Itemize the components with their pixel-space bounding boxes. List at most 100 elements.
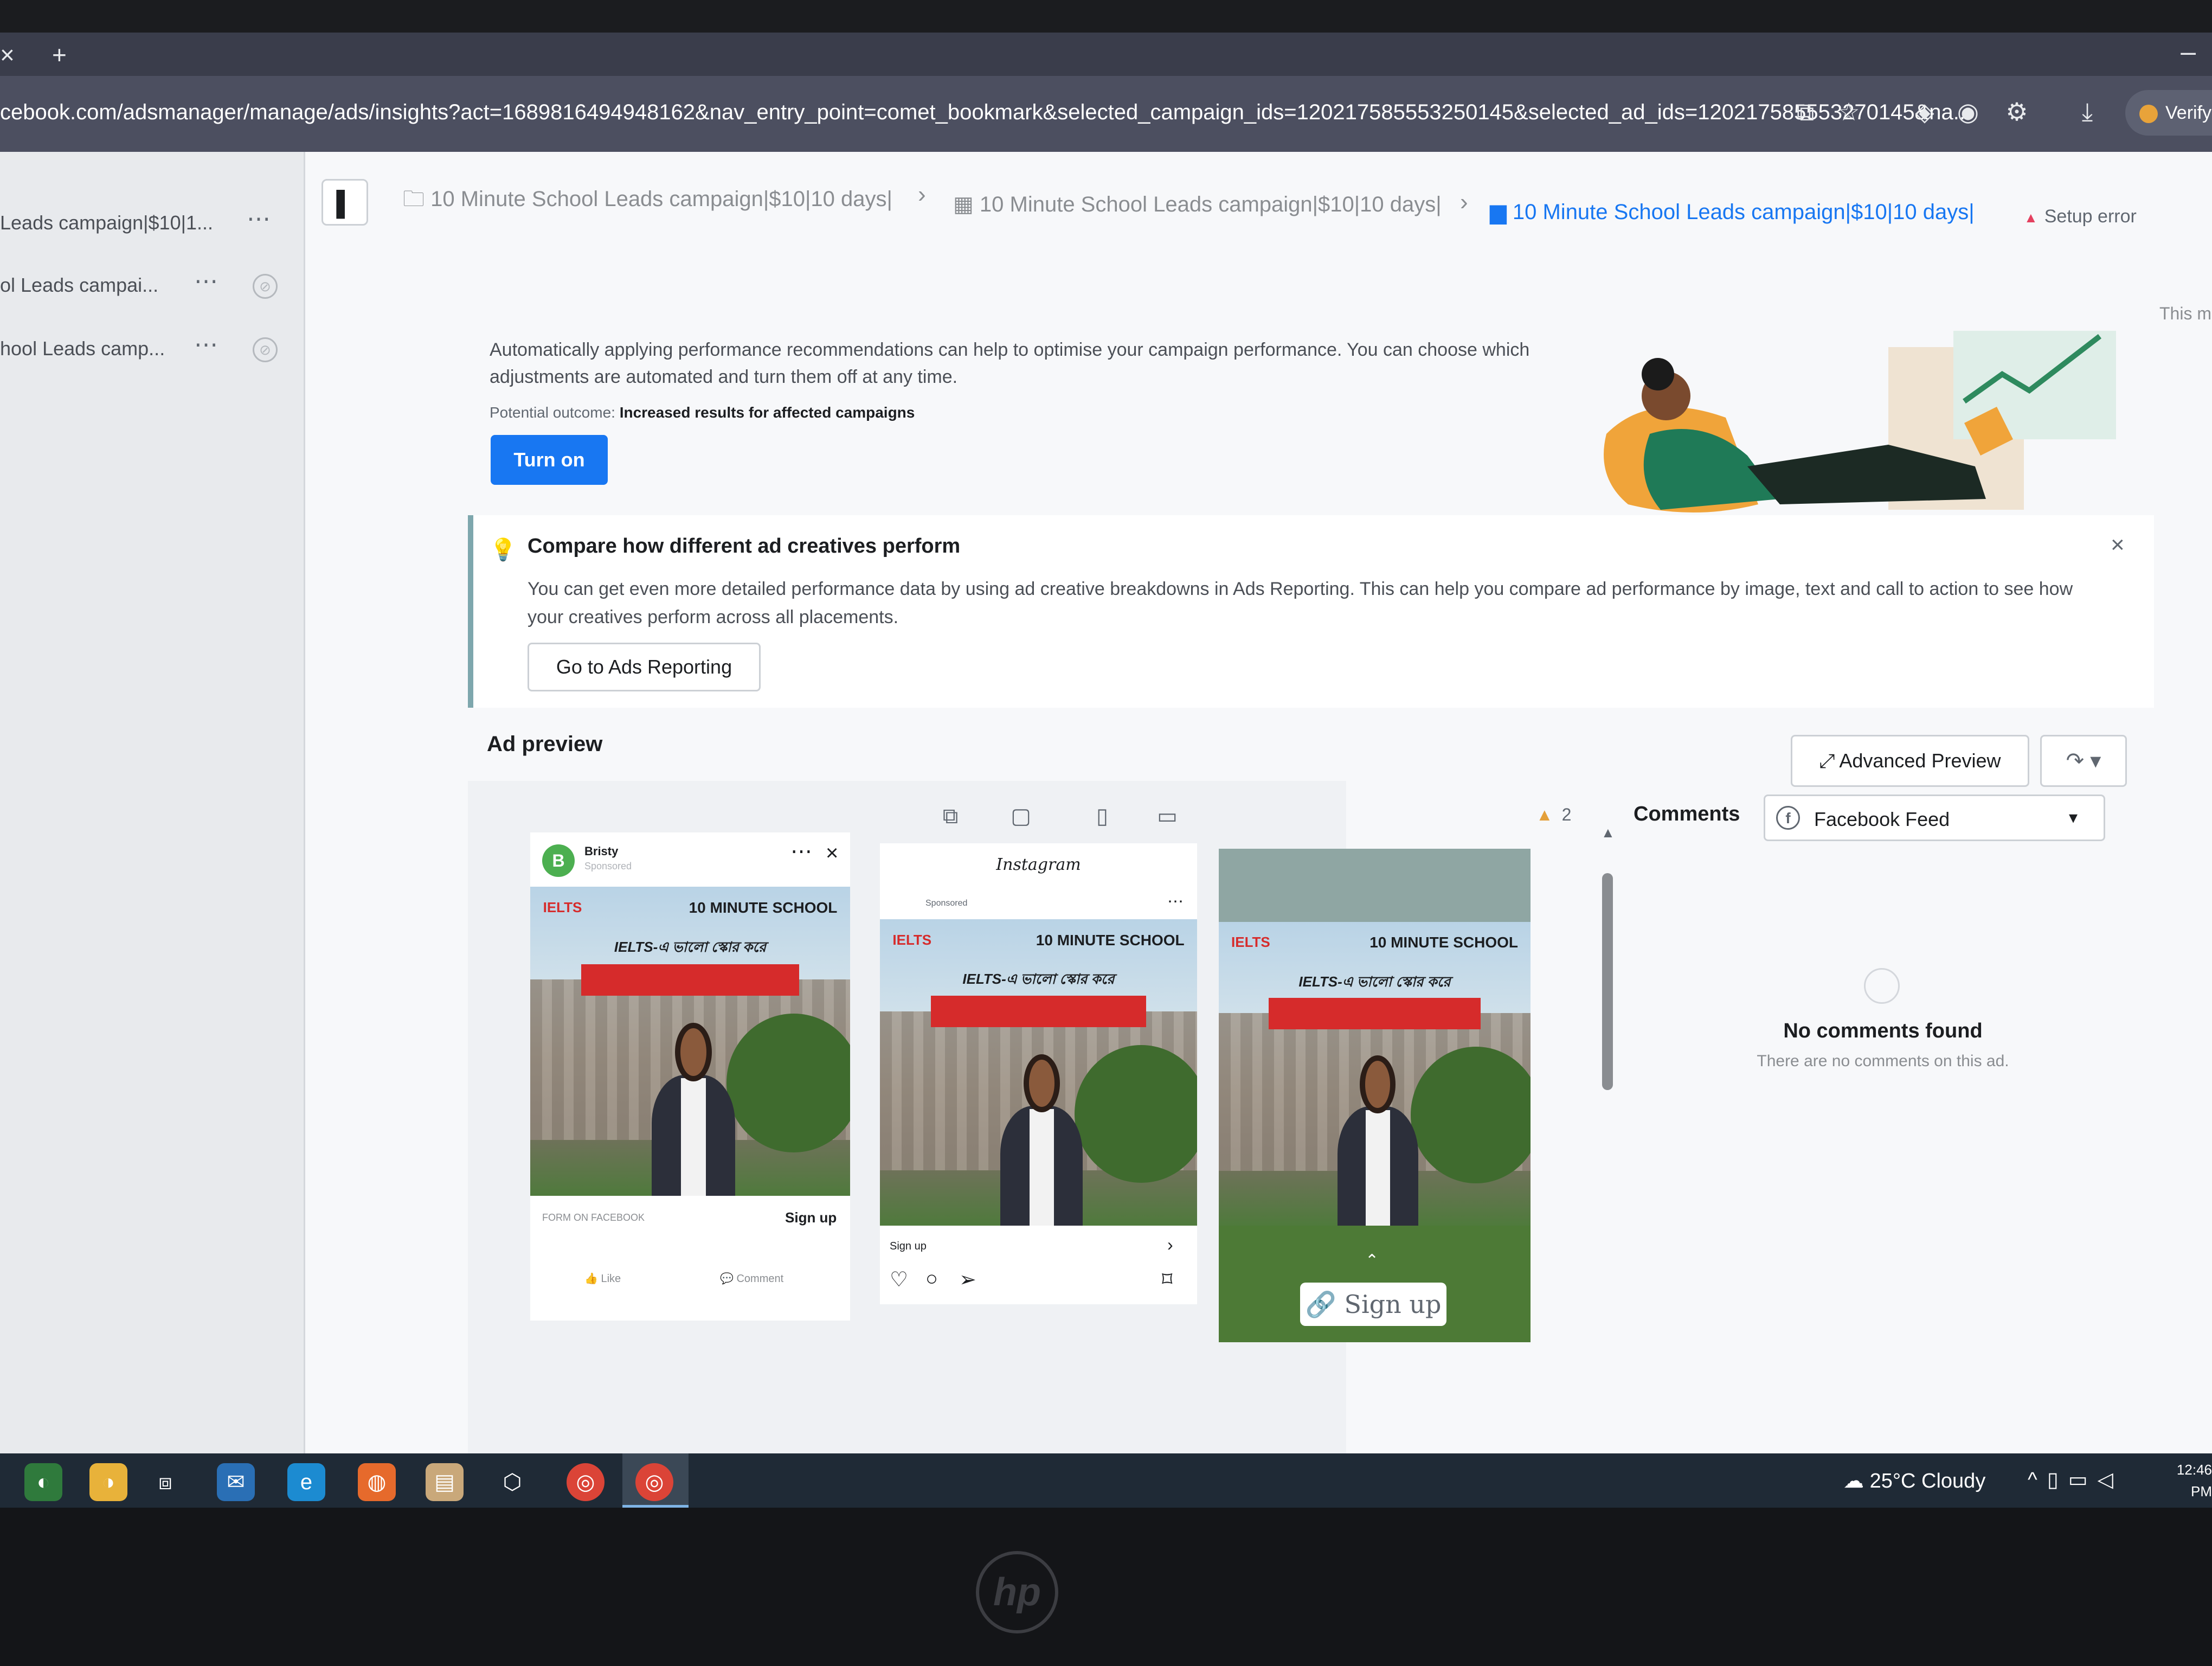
thumbs-up-icon: 👍 xyxy=(584,1273,601,1285)
advanced-preview-button[interactable]: ⤢ Advanced Preview xyxy=(1791,735,2029,787)
breadcrumb-campaign[interactable]: 🗀 10 Minute School Leads campaign|$10|10… xyxy=(403,183,892,220)
compare-creatives-card: 💡 Compare how different ad creatives per… xyxy=(468,515,2154,708)
more-options-icon[interactable]: ⋯ xyxy=(247,205,271,233)
sidebar-item[interactable]: ol Leads campai... ⋯ ⊘ xyxy=(0,263,293,306)
chrome-icon[interactable]: ◎ xyxy=(635,1463,673,1501)
network-icon[interactable]: ▭ xyxy=(2068,1469,2098,1491)
ad-creative-image: IELTS-এ ভালো স্কোর করে IELTS 10 MINUTE S… xyxy=(880,919,1197,1226)
brand-logo: 10 MINUTE SCHOOL xyxy=(1369,934,1518,951)
comment-icon[interactable]: ○ xyxy=(925,1267,938,1291)
comment-button[interactable]: 💬 Comment xyxy=(720,1272,783,1285)
install-app-icon[interactable]: ⧉ xyxy=(1789,95,1822,128)
breadcrumb-ad[interactable]: ▆ 10 Minute School Leads campaign|$10|10… xyxy=(1490,200,1975,225)
off-status-icon: ⊘ xyxy=(253,274,278,299)
firefox-icon[interactable]: ◍ xyxy=(358,1463,396,1501)
vertical-format-icon[interactable]: ▯ xyxy=(1086,800,1118,832)
like-button[interactable]: 👍 Like xyxy=(584,1272,621,1285)
more-options-icon[interactable]: ⋯ xyxy=(194,267,218,295)
task-view-icon[interactable]: ⧈ xyxy=(146,1463,184,1501)
minimize-icon[interactable]: – xyxy=(2181,36,2196,67)
sign-up-button[interactable]: Sign up xyxy=(785,1209,837,1226)
setup-error-status[interactable]: ▲ Setup error xyxy=(2024,206,2137,227)
facebook-icon: f xyxy=(1776,806,1800,830)
weather-widget[interactable]: ☁ 25°C Cloudy xyxy=(1843,1469,1985,1493)
breadcrumb-adset[interactable]: ▦ 10 Minute School Leads campaign|$10|10… xyxy=(953,192,1442,217)
compare-card-text: You can get even more detailed performan… xyxy=(528,579,2073,627)
facebook-feed-preview[interactable]: B Bristy Sponsored ⋯ × IELTS-এ ভালো স্কো… xyxy=(530,832,850,1321)
heart-icon[interactable]: ♡ xyxy=(890,1267,908,1292)
advanced-preview-label: Advanced Preview xyxy=(1839,749,2001,772)
sidebar-item[interactable]: Leads campaign|$10|1... ⋯ xyxy=(0,201,293,244)
widgets-icon[interactable]: ◐ xyxy=(24,1463,62,1501)
bookmark-icon[interactable]: ⌑ xyxy=(1162,1267,1173,1292)
placement-select-value: Facebook Feed xyxy=(1814,808,1950,830)
browser-addressbar: cebook.com/adsmanager/manage/ads/insight… xyxy=(0,76,2212,152)
story-header-area xyxy=(1219,849,1531,922)
outcome-label: Potential outcome: xyxy=(490,404,615,421)
sign-up-button[interactable]: 🔗 Sign up xyxy=(1300,1283,1446,1326)
avatar: B xyxy=(542,844,575,877)
clock-time: 12:46 PM xyxy=(2176,1462,2212,1500)
battery-icon[interactable]: ▯ xyxy=(2047,1469,2068,1491)
send-icon[interactable]: ➢ xyxy=(959,1267,976,1292)
mail-icon[interactable]: ✉ xyxy=(217,1463,255,1501)
close-icon[interactable]: × xyxy=(826,841,838,866)
taskbar-clock[interactable]: 12:46 PM 3/21/202 xyxy=(2155,1459,2212,1508)
headline-banner xyxy=(1269,998,1481,1029)
go-to-ads-reporting-button[interactable]: Go to Ads Reporting xyxy=(528,643,761,691)
grid-icon: ▦ xyxy=(953,193,980,216)
story-preview[interactable]: IELTS-এ ভালো স্কোর করে IELTS 10 MINUTE S… xyxy=(1219,849,1531,1342)
chevron-right-icon[interactable]: › xyxy=(1167,1235,1173,1255)
sidebar-item[interactable]: hool Leads camp... ⋯ ⊘ xyxy=(0,326,293,370)
panel-toggle-button[interactable]: ▌ xyxy=(321,179,368,226)
sponsored-label: Sponsored xyxy=(925,899,968,908)
screen: × + – cebook.com/adsmanager/manage/ads/i… xyxy=(0,33,2212,1508)
url-field[interactable]: cebook.com/adsmanager/manage/ads/insight… xyxy=(0,100,1971,125)
start-icon[interactable]: ◑ xyxy=(89,1463,127,1501)
ad-icon: ▆ xyxy=(1490,200,1513,224)
horizontal-format-icon[interactable]: ▭ xyxy=(1151,800,1184,832)
form-label: FORM ON FACEBOOK xyxy=(542,1212,645,1223)
close-icon[interactable]: × xyxy=(0,40,15,69)
square-format-icon[interactable]: ▢ xyxy=(1005,800,1037,832)
verify-button[interactable]: Verify xyxy=(2125,90,2212,136)
all-placements-icon[interactable]: ⧉ xyxy=(934,800,967,832)
sign-up-link[interactable]: Sign up xyxy=(890,1240,927,1253)
creative-headline: IELTS-এ ভালো স্কোর করে xyxy=(1298,973,1451,990)
warning-indicator[interactable]: ▲ 2 xyxy=(1536,803,1571,826)
new-tab-button[interactable]: + xyxy=(52,40,67,69)
more-options-icon[interactable]: ⋯ xyxy=(790,839,812,864)
turn-on-button[interactable]: Turn on xyxy=(491,435,608,485)
instagram-feed-preview[interactable]: Instagram Sponsored ⋯ IELTS-এ ভালো স্কোর… xyxy=(880,843,1197,1304)
placement-select[interactable]: f Facebook Feed ▾ xyxy=(1764,794,2105,841)
brand-logo: 10 MINUTE SCHOOL xyxy=(1036,931,1185,949)
more-options-icon[interactable]: ⋯ xyxy=(194,331,218,358)
comment-label: Comment xyxy=(736,1273,784,1285)
volume-icon[interactable]: ◁ xyxy=(2098,1469,2123,1491)
extension-icon[interactable]: ◈ xyxy=(1908,95,1941,128)
package-icon[interactable]: ⬡ xyxy=(493,1463,531,1501)
profile-icon xyxy=(2139,105,2158,124)
campaign-sidebar: Leads campaign|$10|1... ⋯ ol Leads campa… xyxy=(0,152,305,1508)
system-tray[interactable]: ^▯▭◁ xyxy=(2028,1468,2123,1492)
close-icon[interactable]: × xyxy=(2111,531,2125,559)
empty-state-title: No comments found xyxy=(1783,1020,1983,1042)
store-icon[interactable]: ▤ xyxy=(426,1463,464,1501)
page-name: Bristy xyxy=(584,844,619,858)
edge-icon[interactable]: e xyxy=(287,1463,325,1501)
more-options-icon[interactable]: ⋯ xyxy=(1167,892,1184,911)
ielts-badge: IELTS xyxy=(1231,934,1270,951)
scroll-up-icon[interactable]: ▲ xyxy=(1601,824,1615,841)
lightbulb-icon: 💡 xyxy=(490,538,517,562)
chevron-up-icon[interactable]: ^ xyxy=(2028,1469,2047,1491)
extensions-puzzle-icon[interactable]: ⚙ xyxy=(2001,95,2033,128)
ielts-badge: IELTS xyxy=(892,931,932,948)
extension-icon[interactable]: ◉ xyxy=(1952,95,1984,128)
sidebar-item-label: hool Leads camp... xyxy=(0,337,165,360)
chrome-icon[interactable]: ◎ xyxy=(567,1463,605,1501)
share-dropdown-button[interactable]: ↷ ▾ xyxy=(2040,735,2127,787)
comment-icon: 💬 xyxy=(720,1273,737,1285)
download-icon[interactable]: ⤓ xyxy=(2071,95,2104,128)
bookmark-star-icon[interactable]: ☆ xyxy=(1832,95,1865,128)
preview-scrollbar[interactable] xyxy=(1602,873,1613,1090)
